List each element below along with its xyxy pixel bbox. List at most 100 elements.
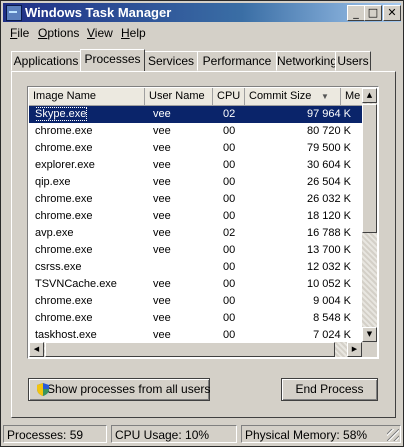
process-row[interactable]: chrome.exe vee 00 9 004 K: [29, 293, 362, 310]
process-cpu: 00: [223, 125, 236, 137]
tab-performance[interactable]: Performance: [197, 51, 277, 71]
column-user-name[interactable]: User Name: [145, 88, 213, 105]
scroll-down-button[interactable]: ▼: [362, 327, 377, 342]
scroll-corner: [362, 342, 377, 357]
column-cpu[interactable]: CPU: [213, 88, 245, 105]
process-row[interactable]: chrome.exe vee 00 8 548 K: [29, 310, 362, 327]
tab-services[interactable]: Services: [144, 51, 198, 71]
process-user-name: vee: [153, 295, 171, 307]
vertical-scroll-thumb[interactable]: [362, 104, 377, 233]
process-image-name: qip.exe: [35, 176, 71, 188]
process-row[interactable]: chrome.exe vee 00 18 120 K: [29, 208, 362, 225]
process-user-name: vee: [153, 210, 171, 222]
process-commit-size: 79 500 K: [306, 142, 351, 154]
scroll-up-button[interactable]: ▲: [362, 88, 377, 103]
process-row[interactable]: Skype.exe vee 02 97 964 K: [29, 106, 362, 123]
process-user-name: vee: [153, 176, 171, 188]
process-cpu: 00: [223, 142, 236, 154]
close-button[interactable]: ✕: [383, 5, 401, 21]
process-image-name: chrome.exe: [35, 210, 93, 222]
process-cpu: 00: [223, 159, 236, 171]
show-all-processes-button[interactable]: Show processes from all users: [28, 378, 210, 401]
process-image-name: csrss.exe: [35, 261, 82, 273]
process-row[interactable]: explorer.exe vee 00 30 604 K: [29, 157, 362, 174]
process-commit-size: 12 032 K: [306, 261, 351, 273]
process-cpu: 00: [223, 312, 236, 324]
process-image-name: explorer.exe: [35, 159, 95, 171]
menu-file[interactable]: File: [10, 26, 29, 40]
process-image-name: chrome.exe: [35, 125, 93, 137]
process-commit-size: 8 548 K: [313, 312, 351, 324]
window-title: Windows Task Manager: [25, 5, 172, 20]
menu-help[interactable]: Help: [121, 26, 146, 40]
process-commit-size: 16 788 K: [306, 227, 351, 239]
process-row[interactable]: chrome.exe vee 00 79 500 K: [29, 140, 362, 157]
process-cpu: 02: [223, 227, 236, 239]
horizontal-scroll-thumb[interactable]: [45, 342, 335, 357]
process-user-name: vee: [153, 125, 171, 137]
process-image-name: avp.exe: [35, 227, 74, 239]
column-commit-size[interactable]: Commit Size ▼: [245, 88, 341, 105]
vertical-scrollbar[interactable]: ▲ ▼: [362, 88, 377, 342]
status-cpu-usage: CPU Usage: 10%: [111, 425, 237, 443]
menu-options[interactable]: Options: [38, 26, 79, 40]
uac-shield-icon: [37, 383, 49, 396]
process-row[interactable]: qip.exe vee 00 26 504 K: [29, 174, 362, 191]
task-manager-icon: [6, 5, 22, 21]
horizontal-scrollbar[interactable]: ◀ ▶: [29, 342, 362, 357]
process-commit-size: 26 032 K: [306, 193, 351, 205]
process-cpu: 00: [223, 295, 236, 307]
process-list[interactable]: Image Name User Name CPU Commit Size ▼ M…: [27, 86, 379, 359]
process-user-name: vee: [153, 193, 171, 205]
process-commit-size: 10 052 K: [306, 278, 351, 290]
resize-grip-icon[interactable]: [387, 429, 399, 441]
tab-applications[interactable]: Applications: [11, 51, 81, 71]
process-row[interactable]: chrome.exe vee 00 80 720 K: [29, 123, 362, 140]
process-user-name: vee: [153, 142, 171, 154]
process-row[interactable]: avp.exe vee 02 16 788 K: [29, 225, 362, 242]
status-bar: Processes: 59 CPU Usage: 10% Physical Me…: [3, 425, 401, 444]
scroll-right-button[interactable]: ▶: [347, 342, 362, 357]
process-cpu: 00: [223, 176, 236, 188]
process-user-name: vee: [153, 159, 171, 171]
column-image-name[interactable]: Image Name: [29, 88, 145, 105]
process-image-name: chrome.exe: [35, 244, 93, 256]
process-user-name: vee: [153, 278, 171, 290]
column-headers: Image Name User Name CPU Commit Size ▼ M…: [29, 88, 362, 106]
process-commit-size: 30 604 K: [306, 159, 351, 171]
process-commit-size: 18 120 K: [306, 210, 351, 222]
process-user-name: vee: [153, 312, 171, 324]
process-user-name: vee: [153, 108, 171, 120]
process-cpu: 00: [223, 278, 236, 290]
sort-descending-icon: ▼: [321, 92, 329, 101]
process-user-name: vee: [153, 244, 171, 256]
process-cpu: 00: [223, 193, 236, 205]
maximize-button[interactable]: □: [364, 5, 382, 21]
tab-networking[interactable]: Networking: [276, 51, 337, 71]
status-physical-memory: Physical Memory: 58%: [241, 425, 401, 443]
tab-processes[interactable]: Processes: [80, 49, 145, 71]
process-commit-size: 9 004 K: [313, 295, 351, 307]
menu-bar: File Options View Help: [3, 23, 401, 41]
process-row[interactable]: chrome.exe vee 00 13 700 K: [29, 242, 362, 259]
process-row[interactable]: TSVNCache.exe vee 00 10 052 K: [29, 276, 362, 293]
process-cpu: 02: [223, 108, 236, 120]
column-memory[interactable]: Me: [341, 88, 363, 105]
process-commit-size: 97 964 K: [306, 108, 351, 120]
process-cpu: 00: [223, 244, 236, 256]
minimize-button[interactable]: _: [347, 5, 365, 21]
tab-users[interactable]: Users: [335, 51, 371, 71]
end-process-button[interactable]: End Process: [281, 378, 378, 401]
process-image-name: chrome.exe: [35, 142, 93, 154]
menu-view[interactable]: View: [87, 26, 113, 40]
status-processes: Processes: 59: [3, 425, 107, 443]
process-row[interactable]: csrss.exe 00 12 032 K: [29, 259, 362, 276]
scroll-left-button[interactable]: ◀: [29, 342, 44, 357]
process-cpu: 00: [223, 261, 236, 273]
title-bar[interactable]: Windows Task Manager _ □ ✕: [3, 3, 401, 22]
process-user-name: vee: [153, 227, 171, 239]
process-image-name: Skype.exe: [35, 107, 88, 121]
process-image-name: chrome.exe: [35, 312, 93, 324]
process-commit-size: 13 700 K: [306, 244, 351, 256]
process-row[interactable]: chrome.exe vee 00 26 032 K: [29, 191, 362, 208]
